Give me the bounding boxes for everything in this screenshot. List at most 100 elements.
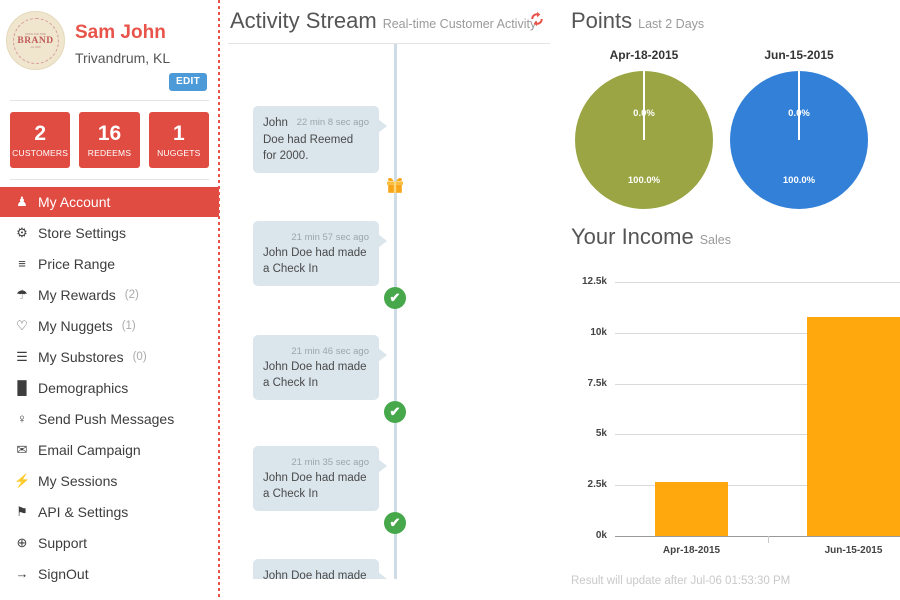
pie-jun-slice-divider bbox=[798, 71, 800, 140]
timeline-item[interactable]: 21 min 57 sec ago John Doe had made a Che… bbox=[228, 221, 558, 310]
stat-redeems-value: 16 bbox=[97, 121, 122, 145]
envelope-icon: ✉ bbox=[16, 441, 28, 457]
list-icon: ≡ bbox=[18, 256, 26, 271]
timeline-text: John Doe had made a Check In bbox=[263, 246, 367, 276]
points-header: Points Last 2 Days bbox=[565, 0, 900, 34]
points-subtitle: Last 2 Days bbox=[638, 17, 705, 31]
pie-chart-apr-title: Apr-18-2015 bbox=[609, 48, 679, 62]
flag-icon: ⚑ bbox=[16, 503, 28, 519]
sidebar-item-label: My Substores bbox=[38, 348, 124, 365]
sidebar-item-api-settings[interactable]: ⚑ API & Settings bbox=[0, 496, 219, 527]
timeline-bubble: 21 min 46 sec ago John Doe had made a Che… bbox=[253, 335, 387, 401]
sidebar-item-label: Support bbox=[38, 534, 88, 551]
stat-customers-value: 2 bbox=[34, 121, 46, 145]
timeline-bubble: 21 min 35 sec ago John Doe had made a Che… bbox=[253, 446, 387, 512]
sidebar-item-label: Send Push Messages bbox=[38, 410, 175, 427]
stat-customers-label: CUSTOMERS bbox=[12, 147, 69, 158]
sidebar-item-my-rewards[interactable]: ☂ My Rewards (2) bbox=[0, 279, 219, 310]
sidebar-item-label: My Sessions bbox=[38, 472, 118, 489]
stat-nuggets-value: 1 bbox=[172, 121, 185, 145]
income-subtitle: Sales bbox=[699, 233, 731, 247]
pie-chart-apr-graphic[interactable]: 0.0% 100.0% bbox=[575, 71, 713, 209]
points-title: Points bbox=[571, 8, 633, 33]
timeline-bubble: 22 min 8 sec ago John Doe had Reemed for … bbox=[253, 106, 387, 174]
lifebuoy-icon: ⊕ bbox=[16, 534, 28, 550]
sidebar-item-label: API & Settings bbox=[38, 503, 129, 520]
sidebar-item-label: Price Range bbox=[38, 255, 116, 272]
timeline-bubble: John Doe had made a Price Range Check In bbox=[253, 559, 387, 579]
sidebar-item-my-sessions[interactable]: ⚡ My Sessions bbox=[0, 465, 219, 496]
sidebar-item-my-account[interactable]: ♟ My Account bbox=[0, 187, 219, 217]
stats-divider bbox=[10, 179, 209, 180]
sidebar: SINCE THE TIME BRAND est 1930 Sam John T… bbox=[0, 0, 219, 600]
edit-profile-button[interactable]: EDIT bbox=[169, 73, 207, 91]
stats-row: 2 CUSTOMERS 16 REDEEMS 1 NUGGETS bbox=[0, 101, 219, 179]
activity-stream-header: Activity Stream Real-time Customer Activ… bbox=[228, 0, 558, 34]
timeline-item[interactable]: John Doe had made a Price Range Check In bbox=[228, 559, 558, 579]
sidebar-item-label: My Account bbox=[38, 194, 111, 210]
gears-icon: ⚙ bbox=[16, 224, 28, 240]
sidebar-item-store-settings[interactable]: ⚙ Store Settings bbox=[0, 217, 219, 248]
check-icon: ✔ bbox=[383, 286, 407, 310]
sidebar-item-count: (2) bbox=[124, 288, 139, 301]
income-header: Your Income Sales bbox=[565, 224, 900, 250]
chart-y-tick-label: 7.5k bbox=[587, 377, 607, 389]
sidebar-item-my-substores[interactable]: ☰ My Substores (0) bbox=[0, 341, 219, 372]
bar-chart-icon: █ bbox=[17, 380, 27, 395]
timeline-item[interactable]: 22 min 8 sec ago John Doe had Reemed for … bbox=[228, 106, 558, 193]
sidebar-dotted-divider bbox=[218, 0, 220, 600]
microphone-icon: ♀ bbox=[17, 411, 27, 426]
sidebar-item-support[interactable]: ⊕ Support bbox=[0, 527, 219, 558]
chart-y-tick-label: 0k bbox=[595, 530, 607, 541]
avatar-brand-text: BRAND bbox=[17, 35, 54, 46]
avatar-bottom-text: est 1930 bbox=[30, 45, 41, 49]
sidebar-item-label: Demographics bbox=[38, 379, 129, 396]
right-column: Points Last 2 Days Apr-18-2015 0.0% 100.… bbox=[565, 0, 900, 600]
pie-charts-row: Apr-18-2015 0.0% 100.0% Jun-15-2015 0.0%… bbox=[565, 48, 900, 218]
gift-icon: ☂ bbox=[16, 286, 28, 302]
chart-bar[interactable] bbox=[807, 316, 900, 536]
income-bar-chart[interactable]: 12.5k 10k 7.5k 5k 2.5k 0k Apr-18-2015 Jun-15-20… bbox=[565, 264, 900, 556]
timeline-item[interactable]: 21 min 35 sec ago John Doe had made a Che… bbox=[228, 446, 558, 535]
stat-nuggets-label: NUGGETS bbox=[157, 147, 201, 158]
timeline-timestamp: 21 min 46 sec ago bbox=[291, 346, 369, 357]
sidebar-item-email-campaign[interactable]: ✉ Email Campaign bbox=[0, 434, 219, 465]
plug-icon: ⚡ bbox=[14, 472, 31, 488]
chart-x-tick-label: Jun-15-2015 bbox=[824, 545, 883, 556]
stat-nuggets[interactable]: 1 NUGGETS bbox=[148, 112, 209, 168]
chart-y-tick-label: 5k bbox=[595, 428, 607, 440]
stat-customers[interactable]: 2 CUSTOMERS bbox=[10, 112, 71, 168]
sidebar-item-demographics[interactable]: █ Demographics bbox=[0, 372, 219, 403]
profile-card: SINCE THE TIME BRAND est 1930 Sam John T… bbox=[0, 0, 219, 100]
sidebar-item-label: My Nuggets bbox=[38, 317, 113, 334]
sidebar-item-send-push-messages[interactable]: ♀ Send Push Messages bbox=[0, 403, 219, 434]
profile-location: Trivandrum, KL bbox=[75, 50, 171, 66]
activity-stream-title: Activity Stream bbox=[230, 8, 377, 33]
sidebar-item-price-range[interactable]: ≡ Price Range bbox=[0, 248, 219, 279]
timeline-timestamp: 21 min 35 sec ago bbox=[291, 457, 369, 468]
stat-redeems-label: REDEEMS bbox=[87, 147, 132, 158]
stat-redeems[interactable]: 16 REDEEMS bbox=[79, 112, 140, 168]
timeline-text: John Doe had made a Check In bbox=[263, 360, 367, 390]
timeline-bubble: 21 min 57 sec ago John Doe had made a Che… bbox=[253, 221, 387, 287]
pie-jun-label-hundred: 100.0% bbox=[782, 174, 816, 186]
timeline-text: John Doe had made a Price Range Check In bbox=[263, 570, 367, 579]
timeline-timestamp: 21 min 57 sec ago bbox=[291, 232, 369, 243]
pie-chart-apr: Apr-18-2015 0.0% 100.0% bbox=[575, 48, 713, 209]
pie-chart-jun-graphic[interactable]: 0.0% 100.0% bbox=[730, 71, 868, 209]
pie-apr-slice-divider bbox=[643, 71, 645, 140]
timeline-item[interactable]: 21 min 46 sec ago John Doe had made a Che… bbox=[228, 335, 558, 424]
sidebar-item-signout[interactable]: → SignOut bbox=[0, 558, 219, 589]
chart-y-tick-label: 12.5k bbox=[581, 276, 607, 287]
chart-x-tickmark-divider bbox=[768, 536, 769, 543]
gift-icon bbox=[383, 173, 407, 197]
pie-apr-label-zero: 0.0% bbox=[633, 108, 655, 120]
sidebar-item-label: My Rewards bbox=[38, 286, 116, 303]
pie-chart-jun: Jun-15-2015 0.0% 100.0% bbox=[730, 48, 868, 209]
refresh-icon[interactable] bbox=[529, 11, 545, 27]
chart-gridline bbox=[615, 282, 900, 283]
timeline-timestamp: 22 min 8 sec ago bbox=[296, 117, 369, 128]
avatar: SINCE THE TIME BRAND est 1930 bbox=[6, 11, 65, 70]
sidebar-item-my-nuggets[interactable]: ♡ My Nuggets (1) bbox=[0, 310, 219, 341]
chart-bar[interactable] bbox=[655, 482, 728, 536]
